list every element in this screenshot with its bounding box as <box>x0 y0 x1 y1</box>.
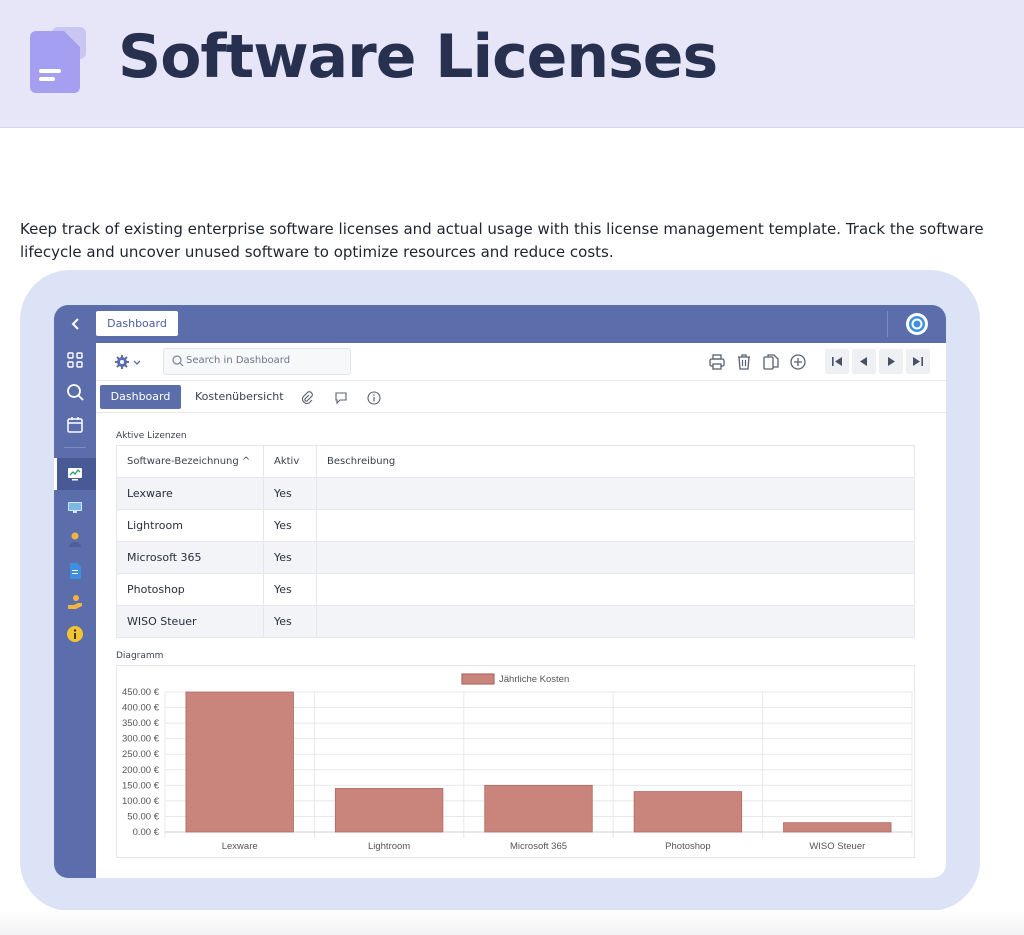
add-circle-icon[interactable] <box>789 353 807 371</box>
x-tick-label: Microsoft 365 <box>510 841 567 852</box>
grid-icon[interactable] <box>66 351 84 369</box>
prev-icon <box>860 357 867 366</box>
cell-description <box>316 605 915 638</box>
bar <box>484 784 593 833</box>
prev-page-button[interactable] <box>852 349 876 374</box>
y-tick-label: 250.00 € <box>122 749 160 760</box>
y-tick-label: 450.00 € <box>122 687 160 698</box>
table-row[interactable]: Photoshop Yes <box>116 573 915 606</box>
cell-software: Lexware <box>116 477 264 510</box>
y-tick-label: 300.00 € <box>122 734 160 745</box>
print-icon[interactable] <box>708 353 726 371</box>
cell-active: Yes <box>263 477 317 510</box>
next-page-button[interactable] <box>879 349 903 374</box>
calendar-icon[interactable] <box>66 416 84 434</box>
table-row[interactable]: Lexware Yes <box>116 477 915 510</box>
sidebar <box>54 343 96 878</box>
table-row[interactable]: WISO Steuer Yes <box>116 605 915 638</box>
column-header-description[interactable]: Beschreibung <box>316 445 915 478</box>
next-icon <box>888 357 895 366</box>
search-icon[interactable] <box>66 383 84 401</box>
y-tick-label: 350.00 € <box>122 718 160 729</box>
cell-software: Microsoft 365 <box>116 541 264 574</box>
x-tick-label: Lexware <box>222 841 258 852</box>
first-page-icon <box>832 357 842 366</box>
paperclip-icon[interactable] <box>300 391 314 405</box>
tab-dashboard[interactable]: Dashboard <box>100 385 181 409</box>
document-icon[interactable] <box>66 562 84 580</box>
header-band: Software Licenses <box>0 0 1024 128</box>
comment-icon[interactable] <box>334 391 348 405</box>
toolbar: Search in Dashboard <box>96 343 946 381</box>
column-header-active[interactable]: Aktiv <box>263 445 317 478</box>
y-tick-label: 200.00 € <box>122 765 160 776</box>
person-icon[interactable] <box>66 530 84 548</box>
search-icon <box>172 355 184 367</box>
table-row[interactable]: Microsoft 365 Yes <box>116 541 915 574</box>
tab-kostenuebersicht[interactable]: Kostenübersicht <box>195 385 284 409</box>
target-logo-icon[interactable] <box>905 312 929 336</box>
licenses-table: Software-Bezeichnung ^ Aktiv Beschreibun… <box>116 445 915 638</box>
table-row[interactable]: Lightroom Yes <box>116 509 915 542</box>
cell-active: Yes <box>263 605 317 638</box>
info-icon[interactable] <box>367 391 381 405</box>
gear-dropdown-icon[interactable] <box>114 354 144 370</box>
tab-dashboard-top[interactable]: Dashboard <box>96 311 178 336</box>
hand-coin-icon[interactable] <box>66 593 84 611</box>
page-bottom-fade <box>0 910 1024 935</box>
cell-active: Yes <box>263 573 317 606</box>
cell-description <box>316 509 915 542</box>
page-title: Software Licenses <box>118 22 718 92</box>
cell-description <box>316 477 915 510</box>
cell-software: Lightroom <box>116 509 264 542</box>
y-tick-label: 400.00 € <box>122 703 160 714</box>
section-label-chart: Diagramm <box>116 651 164 661</box>
monitor-chart-icon[interactable] <box>66 465 84 483</box>
bar <box>334 788 444 833</box>
x-tick-label: WISO Steuer <box>809 841 865 852</box>
chart-container: 0.00 € 50.00 € 100.00 € 150.00 € 200.00 € 250… <box>116 665 915 858</box>
trash-icon[interactable] <box>735 353 753 371</box>
search-input[interactable]: Search in Dashboard <box>163 348 351 375</box>
cell-active: Yes <box>263 509 317 542</box>
cell-software: Photoshop <box>116 573 264 606</box>
cell-active: Yes <box>263 541 317 574</box>
computer-icon[interactable] <box>66 499 84 517</box>
table-header-row: Software-Bezeichnung ^ Aktiv Beschreibun… <box>116 445 915 478</box>
y-tick-label: 100.00 € <box>122 796 160 807</box>
bar <box>185 691 294 833</box>
tab-bar: Dashboard Kostenübersicht <box>96 381 946 413</box>
x-tick-label: Photoshop <box>665 841 710 852</box>
search-placeholder: Search in Dashboard <box>186 355 291 366</box>
bar <box>633 791 743 833</box>
y-tick-label: 0.00 € <box>133 827 160 838</box>
first-page-button[interactable] <box>825 349 849 374</box>
sidebar-divider <box>64 447 86 448</box>
cell-software: WISO Steuer <box>116 605 264 638</box>
column-header-software[interactable]: Software-Bezeichnung ^ <box>116 445 264 478</box>
legend-swatch <box>461 673 495 685</box>
last-page-button[interactable] <box>906 349 930 374</box>
copy-icon[interactable] <box>762 353 780 371</box>
chevron-left-icon[interactable] <box>68 313 84 335</box>
y-tick-label: 50.00 € <box>127 811 159 822</box>
bar-chart: 0.00 € 50.00 € 100.00 € 150.00 € 200.00 € 250… <box>122 673 913 852</box>
bar <box>783 822 892 833</box>
x-tick-label: Lightroom <box>368 841 410 852</box>
app-topbar: Dashboard <box>54 305 946 343</box>
divider <box>887 311 888 337</box>
app-window: Dashboard Search in Dashboard Dashboard … <box>54 305 946 878</box>
last-page-icon <box>913 357 923 366</box>
page-description: Keep track of existing enterprise softwa… <box>20 220 984 261</box>
y-tick-label: 150.00 € <box>122 780 160 791</box>
document-icon <box>30 27 86 93</box>
info-icon[interactable] <box>66 625 84 643</box>
section-label-active-licenses: Aktive Lizenzen <box>116 431 187 441</box>
sort-ascending-icon: ^ <box>241 456 251 467</box>
cell-description <box>316 541 915 574</box>
cell-description <box>316 573 915 606</box>
legend-label: Jährliche Kosten <box>499 674 569 685</box>
